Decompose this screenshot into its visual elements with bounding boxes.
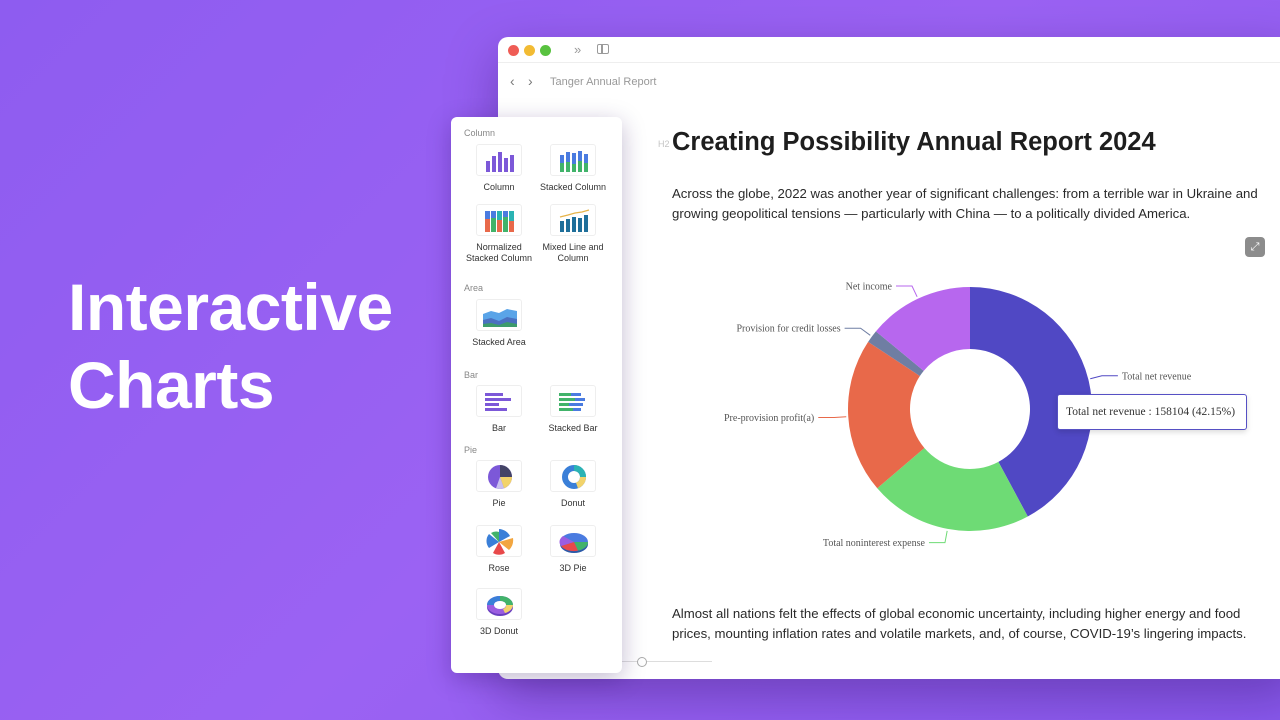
chart-option-label: Column [483, 182, 515, 192]
chart-option-pie[interactable]: Pie [464, 460, 534, 509]
chart-option-stacked-bar[interactable]: Stacked Bar [538, 385, 608, 434]
section-label-column: Column [464, 128, 496, 138]
chart-option-label: Pie [492, 498, 506, 508]
chart-option-3d-pie[interactable]: 3D Pie [538, 525, 608, 574]
chart-option-label: Mixed Line and Column [542, 242, 604, 263]
chart-option-column[interactable]: Column [464, 144, 534, 193]
slice-label: Provision for credit losses [736, 324, 840, 335]
chart-option-label: Normalized Stacked Column [465, 242, 533, 263]
chart-option-label: Stacked Bar [548, 423, 598, 433]
normalized-stacked-column-chart-icon [476, 204, 522, 236]
label-leader-line [844, 327, 871, 336]
chart-option-label: Stacked Column [539, 182, 607, 192]
3d-donut-chart-icon [476, 588, 522, 620]
maximize-window-button[interactable] [540, 45, 551, 56]
chart-option-mixed-line-column[interactable]: Mixed Line and Column [538, 204, 608, 264]
chart-option-bar[interactable]: Bar [464, 385, 534, 434]
chart-option-label: Bar [491, 423, 506, 433]
label-leader-line [896, 285, 918, 298]
label-leader-line [928, 530, 948, 544]
paragraph-2[interactable]: Almost all nations felt the effects of g… [672, 604, 1280, 644]
label-leader-line [1090, 375, 1118, 380]
slider-knob[interactable] [637, 657, 647, 667]
chart-option-label: Stacked Area [472, 337, 526, 347]
slice-label: Total noninterest expense [823, 538, 926, 549]
chart-option-3d-donut[interactable]: 3D Donut [464, 588, 534, 637]
section-label-area: Area [464, 283, 484, 293]
paragraph-1[interactable]: Across the globe, 2022 was another year … [672, 184, 1280, 224]
hero-line-2: Charts [68, 348, 275, 422]
stacked-column-chart-icon [550, 144, 596, 176]
back-arrow-icon[interactable]: ‹ [510, 73, 515, 89]
double-chevron-right-icon[interactable]: » [574, 42, 581, 58]
label-leader-line [818, 416, 847, 418]
chart-option-donut[interactable]: Donut [538, 460, 608, 509]
heading-level-tag: H2 [658, 139, 670, 149]
stacked-bar-chart-icon [550, 385, 596, 417]
chart-option-stacked-area[interactable]: Stacked Area [464, 299, 534, 348]
bar-chart-icon [476, 385, 522, 417]
page-title[interactable]: Creating Possibility Annual Report 2024 [672, 128, 1156, 157]
minimize-window-button[interactable] [524, 45, 535, 56]
stacked-area-chart-icon [476, 299, 522, 331]
pie-chart-icon [476, 460, 522, 492]
hero-title: Interactive Charts [68, 268, 393, 424]
section-label-bar: Bar [464, 370, 479, 380]
chart-option-rose[interactable]: Rose [464, 525, 534, 574]
slice-label: Total net revenue [1122, 371, 1192, 382]
chart-tooltip: Total net revenue : 158104 (42.15%) [1057, 394, 1247, 430]
3d-pie-chart-icon [550, 525, 596, 557]
rose-chart-icon [476, 525, 522, 557]
hero-line-1: Interactive [68, 270, 393, 344]
sidebar-toggle-icon[interactable] [597, 44, 609, 54]
chart-type-panel: Column Column Stacked Column Normalized … [451, 117, 622, 673]
chart-option-label: 3D Pie [559, 563, 587, 573]
column-chart-icon [476, 144, 522, 176]
donut-chart-icon [550, 460, 596, 492]
slice-label: Pre-provision profit(a) [724, 413, 814, 424]
expand-icon[interactable]: ⤢ [1245, 237, 1265, 257]
title-bar: » [498, 37, 1280, 63]
chart-option-stacked-column[interactable]: Stacked Column [538, 144, 608, 193]
chart-option-label: Rose [488, 563, 510, 573]
breadcrumb-bar: ‹ › Tanger Annual Report [498, 73, 1280, 93]
section-label-pie: Pie [464, 445, 478, 455]
slider-track[interactable] [622, 661, 712, 662]
forward-arrow-icon[interactable]: › [528, 73, 533, 89]
chart-option-label: Donut [560, 498, 586, 508]
breadcrumb[interactable]: Tanger Annual Report [550, 76, 656, 88]
chart-option-label: 3D Donut [479, 626, 519, 636]
close-window-button[interactable] [508, 45, 519, 56]
chart-option-normalized-stacked-column[interactable]: Normalized Stacked Column [464, 204, 534, 264]
slice-label: Net income [846, 281, 893, 292]
mixed-line-column-chart-icon [550, 204, 596, 236]
